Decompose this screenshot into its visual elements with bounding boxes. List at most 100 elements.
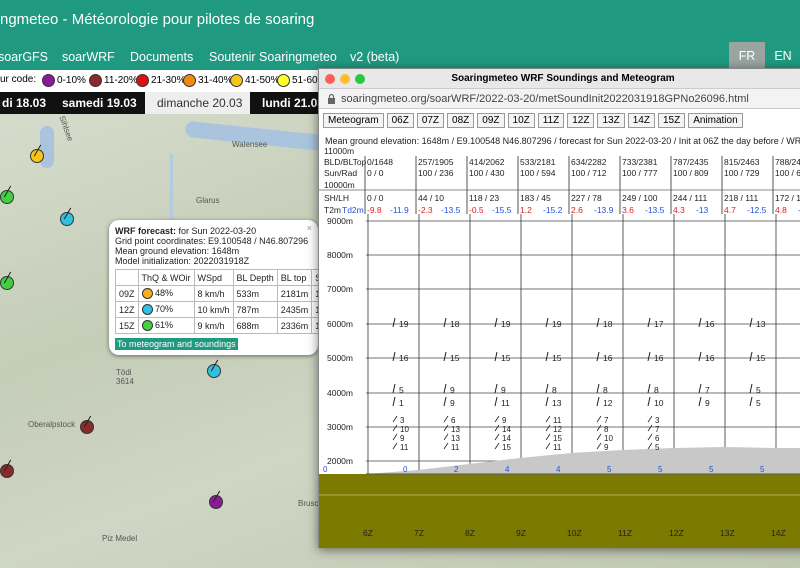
map-label: Piz Medel [102,534,138,543]
wind-barb-icon [749,396,753,407]
legend-item: 41-50% [230,74,279,88]
station-marker[interactable] [30,149,44,163]
close-window-icon[interactable] [325,74,335,84]
time-button-12z[interactable]: 12Z [567,113,595,128]
time-button-11z[interactable]: 11Z [537,113,565,128]
t2m-value: 4.7 [724,205,736,215]
nav-documents[interactable]: Documents [130,50,193,64]
time-axis-label: 10Z [567,528,582,538]
wind-speed-value: 15 [553,434,562,443]
color-dot-icon [89,74,102,87]
wind-barb-icon [392,433,398,441]
main-nav: soarGFS soarWRF Documents Soutenir Soari… [0,42,800,70]
wind-speed-value: 5 [756,398,761,408]
color-dot-icon [277,74,290,87]
wind-speed-value: 7 [705,385,710,395]
bld-value: 533/2181 [520,157,556,167]
station-marker[interactable] [0,190,14,204]
day-tab-21[interactable]: lundi 21.03 [250,92,324,114]
time-button-07z[interactable]: 07Z [416,113,445,128]
wind-barb-icon [494,442,500,450]
lang-fr-button[interactable]: FR [729,42,765,70]
wind-speed-value: 6 [655,434,660,443]
wind-barb-icon [494,396,498,407]
popup-close-button[interactable]: × [307,223,312,233]
wind-barb-icon [596,442,602,450]
station-marker[interactable] [209,495,223,509]
altitude-label: 3000m [327,422,353,432]
wind-speed-value: 7 [655,425,660,434]
shlh-value: 0 / 0 [367,193,384,203]
wind-barb-icon [545,351,549,362]
station-marker[interactable] [80,420,94,434]
day-tab-20[interactable]: dimanche 20.03 [145,92,250,114]
sunrad-value: 100 / 729 [724,168,760,178]
nav-soargfs[interactable]: soarGFS [0,50,48,64]
meteogram-button[interactable]: Meteogram [323,113,384,128]
station-marker[interactable] [0,276,14,290]
map-label: Walensee [232,140,268,149]
wind-speed-value: 9 [450,385,455,395]
wind-speed-value: 9 [502,416,507,425]
time-button-06z[interactable]: 06Z [386,113,414,128]
wind-barb-icon [443,317,447,328]
wind-speed-value: 19 [552,319,562,329]
time-button-08z[interactable]: 08Z [447,113,475,128]
station-marker[interactable] [0,464,14,478]
map-label: Tödi [116,368,132,377]
station-marker-selected[interactable] [207,364,221,378]
url-bar[interactable]: soaringmeteo.org/soarWRF/2022-03-20/metS… [319,89,800,109]
t2m-value: 1.2 [520,205,532,215]
time-button-09z[interactable]: 09Z [477,113,505,128]
wind-barb-icon [494,424,500,432]
wind-barb-icon [596,396,600,407]
bld-value: 0/1648 [367,157,393,167]
time-button-10z[interactable]: 10Z [507,113,535,128]
map-label: Glarus [196,196,220,205]
day-tab-18[interactable]: di 18.03 [0,92,50,114]
day-tab-19[interactable]: samedi 19.03 [50,92,145,114]
wind-speed-value: 19 [501,319,511,329]
time-button-15z[interactable]: 15Z [657,113,686,128]
shlh-value: 172 / 10 [775,193,800,203]
row-header-td2m: Td2m [342,205,364,215]
wind-speed-value: 11 [501,398,510,408]
sunrad-value: 100 / 809 [673,168,709,178]
wind-speed-value: 13 [552,398,562,408]
meteogram-link[interactable]: To meteogram and soundings [115,338,238,350]
t2m-value: 3.6 [622,205,634,215]
station-marker[interactable] [60,212,74,226]
td2m-value: -13.5 [645,205,665,215]
time-button-13z[interactable]: 13Z [597,113,625,128]
wind-barb-icon [647,442,653,450]
lang-en-button[interactable]: EN [766,42,800,70]
wind-barb-icon [647,424,653,432]
surface-wind-value: 5 [658,465,663,474]
wind-barb-icon [443,424,449,432]
nav-soarwrf[interactable]: soarWRF [62,50,115,64]
time-button-14z[interactable]: 14Z [627,113,655,128]
wind-speed-value: 7 [604,416,609,425]
lock-icon [328,93,335,104]
app-header: ngmeteo - Météorologie pour pilotes de s… [0,0,800,42]
nav-soutenir[interactable]: Soutenir Soaringmeteo [209,50,337,64]
shlh-value: 118 / 23 [469,193,499,203]
surface-wind-value: 5 [760,465,765,474]
forecast-popup: × WRF forecast: for Sun 2022-03-20 Grid … [109,220,343,355]
animation-button[interactable]: Animation [688,113,743,128]
t2m-value: 4.8 [775,205,787,215]
wind-speed-value: 15 [501,353,511,363]
maximize-window-icon[interactable] [355,74,365,84]
color-dot-icon [42,74,55,87]
td2m-value: -11.9 [390,205,409,215]
altitude-label: 6000m [327,319,353,329]
nav-v2-beta[interactable]: v2 (beta) [350,50,399,64]
shlh-value: 244 / 111 [673,193,707,203]
surface-wind-value: 5 [709,465,714,474]
wind-speed-value: 10 [654,398,664,408]
wind-barb-icon [698,317,702,328]
wind-barb-icon [443,383,447,394]
time-axis-label: 7Z [414,528,424,538]
minimize-window-icon[interactable] [340,74,350,84]
row-header-sunrad: Sun/Rad [324,168,357,178]
